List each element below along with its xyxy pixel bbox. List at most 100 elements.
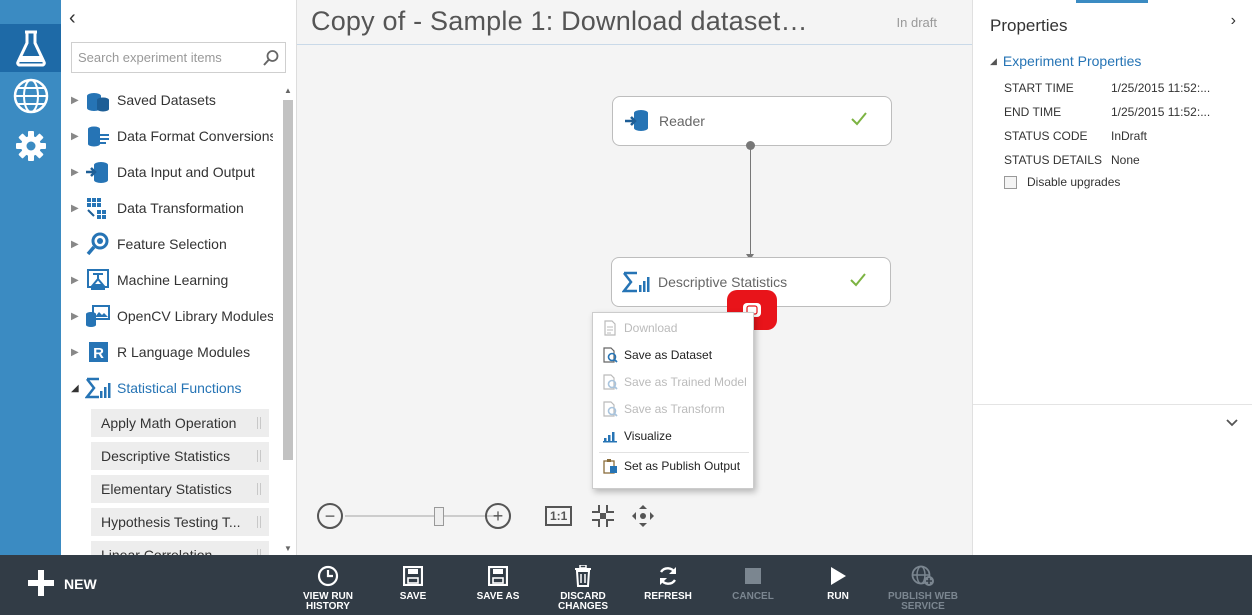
category-r-language-modules[interactable]: ▶ R R Language Modules	[61, 334, 281, 370]
document-icon	[601, 320, 619, 336]
expand-caret-icon[interactable]: ▶	[71, 239, 80, 250]
view-run-history-button[interactable]: VIEW RUN HISTORY	[293, 565, 363, 612]
expand-caret-icon[interactable]: ▶	[71, 131, 80, 142]
property-value: None	[1111, 153, 1140, 167]
new-button[interactable]: NEW	[28, 570, 97, 598]
drag-grip-icon[interactable]	[257, 450, 261, 462]
category-saved-datasets[interactable]: ▶ Saved Datasets	[61, 82, 281, 118]
module-item-label: Elementary Statistics	[101, 481, 232, 497]
experiment-title[interactable]: Copy of - Sample 1: Download dataset…	[311, 6, 808, 37]
module-label: Descriptive Statistics	[658, 274, 788, 290]
expand-caret-icon[interactable]: ▶	[71, 167, 80, 178]
publish-web-service-button[interactable]: PUBLISH WEB SERVICE	[888, 565, 958, 612]
experiments-nav-button[interactable]	[0, 24, 61, 72]
expand-caret-icon[interactable]: ▶	[71, 275, 80, 286]
run-button[interactable]: RUN	[803, 565, 873, 602]
sigma-icon	[85, 375, 111, 401]
save-model-icon	[601, 374, 619, 390]
zoom-out-button[interactable]: −	[317, 503, 343, 529]
module-item-elementary-statistics[interactable]: Elementary Statistics	[91, 475, 269, 503]
module-item-descriptive-statistics[interactable]: Descriptive Statistics	[91, 442, 269, 470]
connection-line[interactable]	[750, 145, 751, 259]
category-data-format-conversions[interactable]: ▶ Data Format Conversions	[61, 118, 281, 154]
discard-changes-button[interactable]: DISCARD CHANGES	[548, 565, 618, 612]
module-item-apply-math-operation[interactable]: Apply Math Operation	[91, 409, 269, 437]
expand-caret-icon[interactable]: ▶	[71, 95, 80, 106]
menu-item-download[interactable]: Download	[593, 315, 753, 341]
menu-item-label: Visualize	[624, 429, 672, 443]
pan-button[interactable]	[631, 503, 655, 529]
fit-to-screen-button[interactable]	[591, 503, 615, 529]
category-feature-selection[interactable]: ▶ Feature Selection	[61, 226, 281, 262]
experiment-canvas[interactable]: Copy of - Sample 1: Download dataset… In…	[297, 0, 972, 555]
category-data-input-output[interactable]: ▶ Data Input and Output	[61, 154, 281, 190]
collapse-caret-icon[interactable]: ◢	[71, 383, 80, 394]
zoom-slider-thumb[interactable]	[434, 507, 445, 526]
drag-grip-icon[interactable]	[257, 483, 261, 495]
globe-icon	[911, 565, 935, 587]
menu-item-save-as-transform[interactable]: Save as Transform	[593, 396, 753, 422]
web-services-nav-button[interactable]	[0, 72, 61, 120]
checkmark-icon	[850, 272, 866, 292]
drag-grip-icon[interactable]	[257, 516, 261, 528]
category-data-transformation[interactable]: ▶ Data Transformation	[61, 190, 281, 226]
category-opencv-library-modules[interactable]: ▶ OpenCV Library Modules	[61, 298, 281, 334]
chevron-down-icon[interactable]	[1226, 416, 1238, 430]
visualize-icon	[601, 429, 619, 443]
command-label: VIEW RUN HISTORY	[303, 591, 353, 612]
experiment-properties-section[interactable]: ◢ Experiment Properties	[990, 53, 1141, 69]
zoom-slider-track[interactable]	[345, 515, 497, 517]
category-statistical-functions[interactable]: ◢ Statistical Functions	[61, 370, 281, 406]
expand-caret-icon[interactable]: ▶	[71, 203, 80, 214]
input-output-icon	[85, 159, 111, 185]
scroll-up-icon[interactable]: ▲	[284, 86, 292, 95]
module-item-hypothesis-testing[interactable]: Hypothesis Testing T...	[91, 508, 269, 536]
cancel-button[interactable]: CANCEL	[718, 565, 788, 602]
menu-item-save-as-trained-model[interactable]: Save as Trained Model	[593, 369, 753, 395]
module-item-label: Descriptive Statistics	[101, 448, 231, 464]
save-icon	[403, 565, 423, 587]
pan-icon	[632, 505, 654, 527]
palette-scrollbar[interactable]: ▲ ▼	[281, 86, 295, 555]
category-label: Saved Datasets	[117, 92, 216, 108]
expand-caret-icon[interactable]: ▶	[71, 311, 80, 322]
fit-to-screen-icon	[592, 505, 614, 527]
menu-item-save-as-dataset[interactable]: Save as Dataset	[593, 342, 753, 368]
save-as-button[interactable]: SAVE AS	[463, 565, 533, 602]
collapse-properties-button[interactable]: ›	[1231, 12, 1236, 30]
save-button[interactable]: SAVE	[378, 565, 448, 602]
properties-panel: Properties › ◢ Experiment Properties STA…	[972, 0, 1252, 555]
section-collapse-icon[interactable]: ◢	[990, 56, 997, 67]
search-input[interactable]	[72, 43, 252, 72]
category-machine-learning[interactable]: ▶ Machine Learning	[61, 262, 281, 298]
menu-item-label: Set as Publish Output	[624, 459, 741, 473]
drag-grip-icon[interactable]	[257, 417, 261, 429]
feature-selection-icon	[85, 231, 111, 257]
disable-upgrades-option[interactable]: Disable upgrades	[1004, 175, 1120, 189]
category-label: OpenCV Library Modules	[117, 308, 273, 324]
search-icon[interactable]	[262, 49, 280, 72]
property-value: 1/25/2015 11:52:...	[1111, 81, 1211, 95]
settings-nav-button[interactable]	[0, 122, 61, 170]
module-item-linear-correlation[interactable]: Linear Correlation	[91, 541, 269, 555]
menu-item-set-as-publish-output[interactable]: Set as Publish Output	[593, 453, 753, 479]
checkmark-icon	[851, 111, 867, 131]
expand-caret-icon[interactable]: ▶	[71, 347, 80, 358]
scroll-down-icon[interactable]: ▼	[284, 544, 292, 553]
save-transform-icon	[601, 401, 619, 417]
plus-icon	[28, 570, 54, 598]
menu-item-visualize[interactable]: Visualize	[593, 423, 753, 449]
property-key: END TIME	[1004, 105, 1062, 119]
module-reader[interactable]: Reader	[612, 96, 892, 146]
actual-size-button[interactable]: 1:1	[545, 503, 573, 529]
new-label: NEW	[64, 576, 97, 592]
web-services-icon	[13, 78, 48, 114]
disable-upgrades-checkbox[interactable]	[1004, 175, 1017, 189]
property-key: STATUS DETAILS	[1004, 153, 1103, 167]
opencv-icon	[85, 303, 111, 329]
scrollbar-thumb[interactable]	[283, 100, 293, 460]
refresh-button[interactable]: REFRESH	[633, 565, 703, 602]
collapse-palette-button[interactable]: ‹	[69, 8, 76, 28]
zoom-in-button[interactable]: +	[485, 503, 511, 529]
history-icon	[317, 565, 339, 587]
